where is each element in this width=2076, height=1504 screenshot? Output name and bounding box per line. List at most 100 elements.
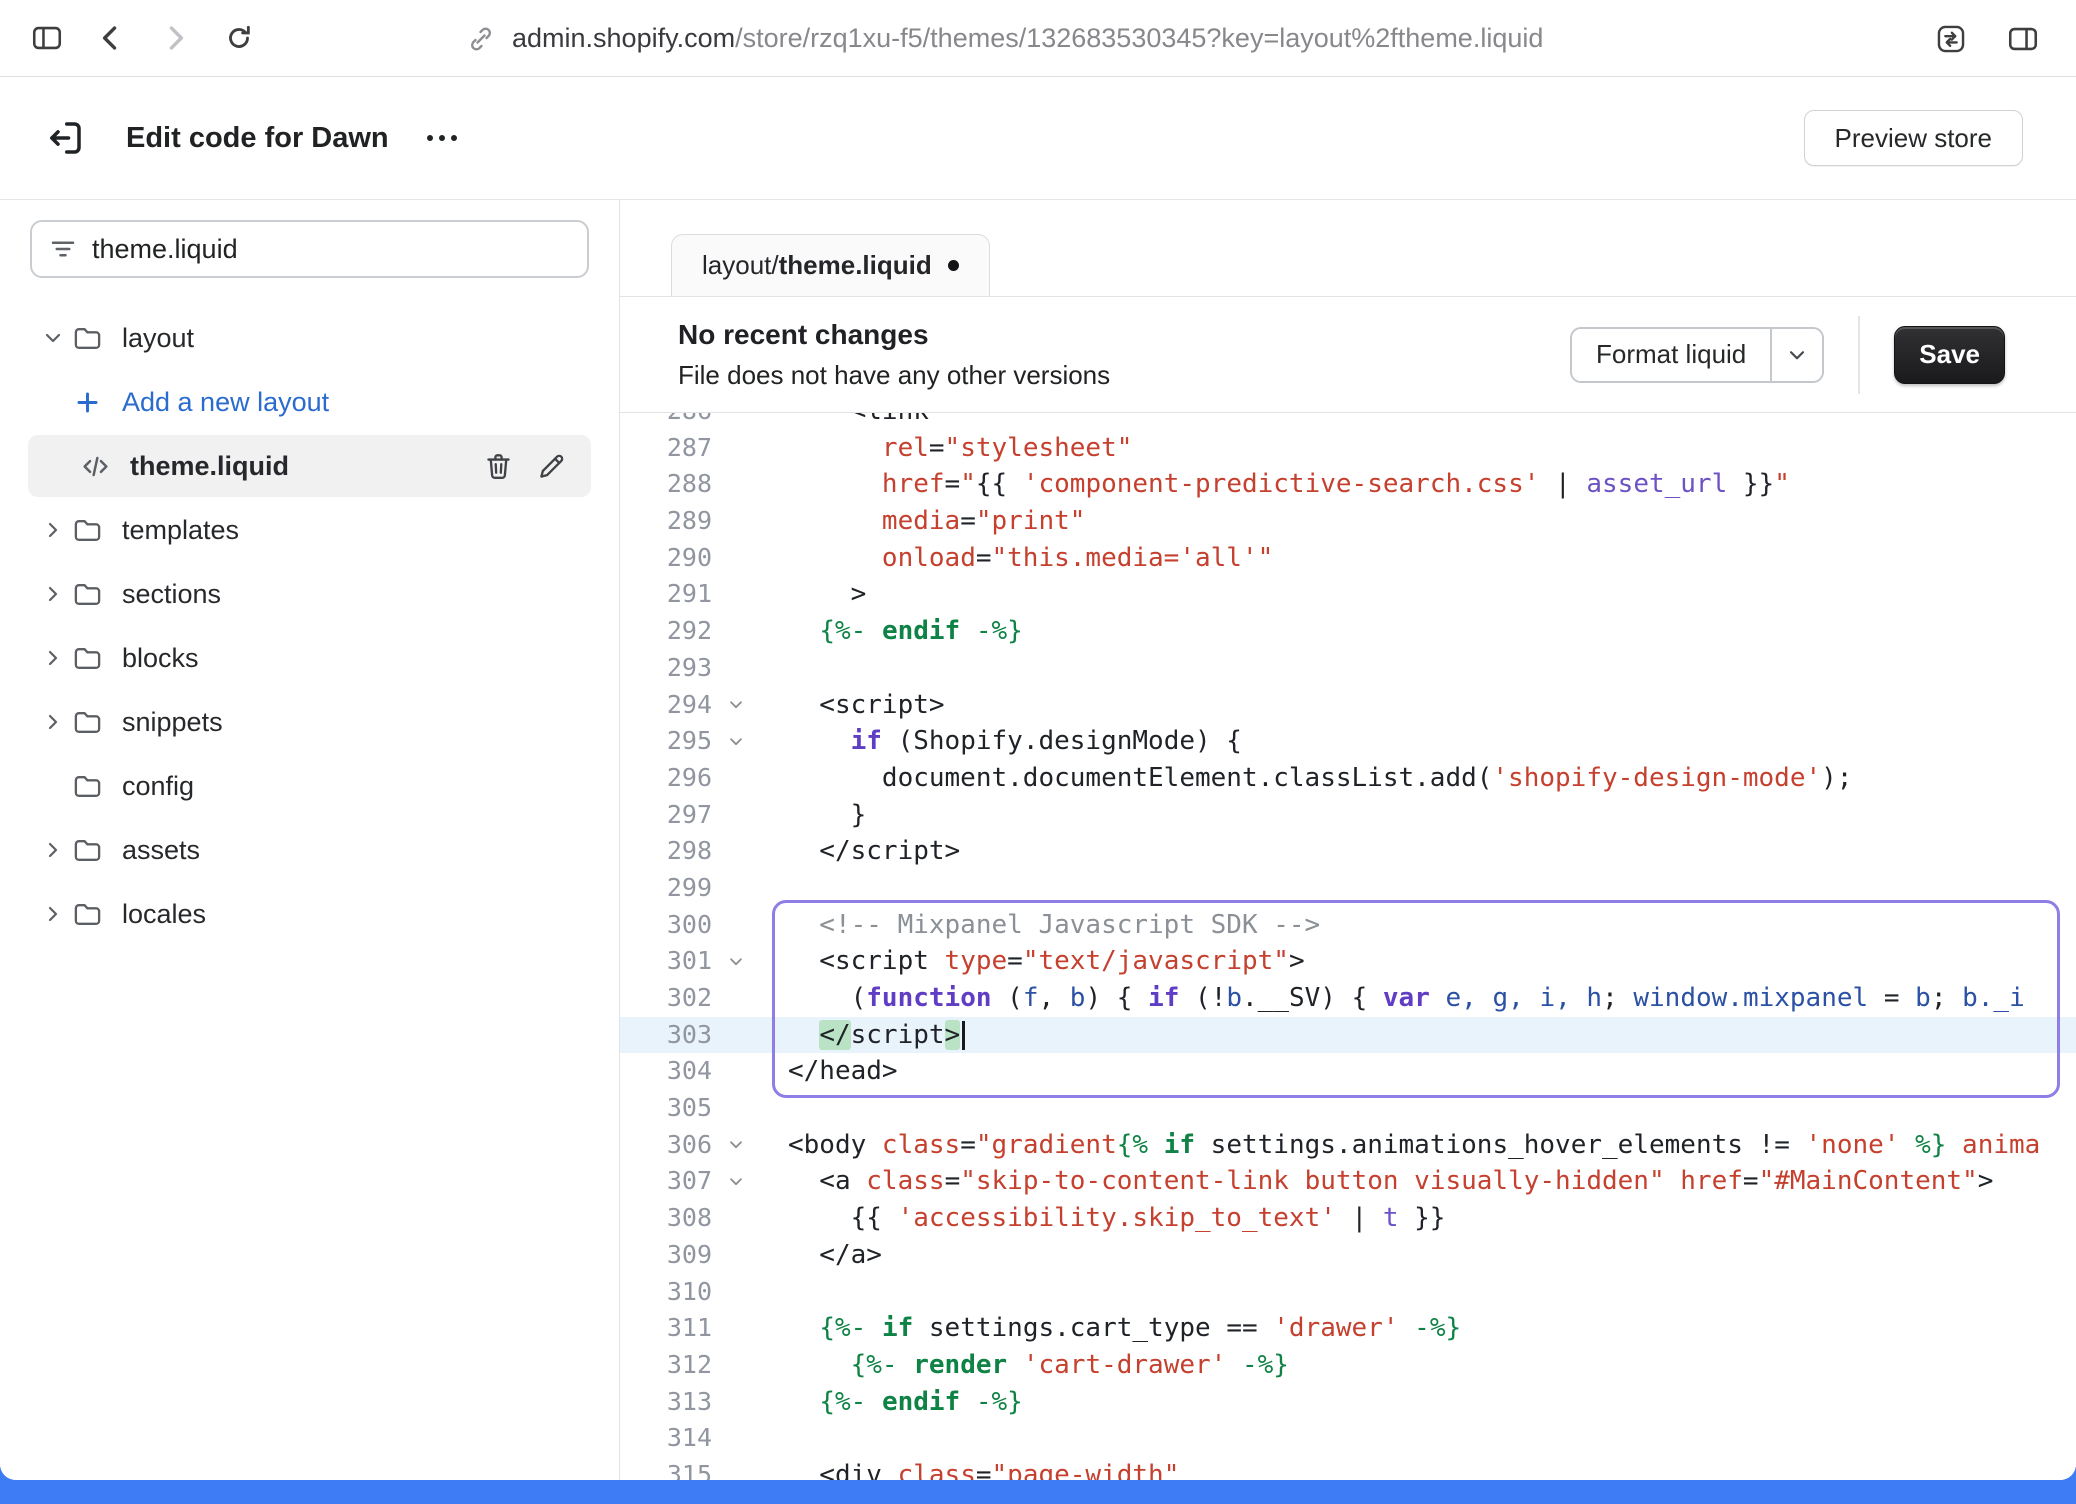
fold-toggle-icon[interactable] bbox=[712, 943, 760, 980]
tab-theme-liquid[interactable]: layout/theme.liquid bbox=[671, 234, 990, 296]
code-line-296[interactable]: 296 document.documentElement.classList.a… bbox=[620, 760, 2076, 797]
tree-item-blocks[interactable]: blocks bbox=[0, 626, 619, 690]
fold-spacer bbox=[712, 760, 760, 797]
code-line-295[interactable]: 295 if (Shopify.designMode) { bbox=[620, 723, 2076, 760]
code-line-314[interactable]: 314 bbox=[620, 1420, 2076, 1457]
folder-icon bbox=[72, 579, 116, 610]
code-text: </a> bbox=[760, 1237, 882, 1274]
code-line-298[interactable]: 298 </script> bbox=[620, 833, 2076, 870]
code-text: <body class="gradient{% if settings.anim… bbox=[760, 1127, 2040, 1164]
code-text: </script> bbox=[760, 1017, 965, 1054]
chevron-down-icon[interactable] bbox=[34, 319, 72, 357]
tree-item-theme-liquid[interactable]: theme.liquid bbox=[28, 435, 591, 497]
tree-item-snippets[interactable]: snippets bbox=[0, 690, 619, 754]
forward-icon[interactable] bbox=[152, 15, 198, 61]
code-line-305[interactable]: 305 bbox=[620, 1090, 2076, 1127]
format-options-chevron-icon[interactable] bbox=[1770, 329, 1822, 381]
url-text: admin.shopify.com/store/rzq1xu-f5/themes… bbox=[512, 23, 1543, 54]
code-line-292[interactable]: 292 {%- endif -%} bbox=[620, 613, 2076, 650]
back-icon[interactable] bbox=[88, 15, 134, 61]
address-bar[interactable]: admin.shopify.com/store/rzq1xu-f5/themes… bbox=[466, 0, 1543, 77]
more-options-icon[interactable] bbox=[417, 125, 467, 151]
sidebar-toggle-icon[interactable] bbox=[24, 15, 70, 61]
code-line-313[interactable]: 313 {%- endif -%} bbox=[620, 1384, 2076, 1421]
split-view-icon[interactable] bbox=[2000, 16, 2046, 62]
link-icon bbox=[466, 24, 496, 54]
code-line-288[interactable]: 288 href="{{ 'component-predictive-searc… bbox=[620, 466, 2076, 503]
code-file-icon bbox=[80, 451, 124, 482]
browser-window: admin.shopify.com/store/rzq1xu-f5/themes… bbox=[0, 0, 2076, 1480]
chevron-right-icon[interactable] bbox=[34, 895, 72, 933]
tree-item-locales[interactable]: locales bbox=[0, 882, 619, 946]
fold-spacer bbox=[712, 870, 760, 907]
fold-spacer bbox=[712, 503, 760, 540]
tree-item-config[interactable]: config bbox=[0, 754, 619, 818]
code-line-294[interactable]: 294 <script> bbox=[620, 687, 2076, 724]
reload-icon[interactable] bbox=[216, 15, 262, 61]
code-line-301[interactable]: 301 <script type="text/javascript"> bbox=[620, 943, 2076, 980]
fold-spacer bbox=[712, 1347, 760, 1384]
fold-toggle-icon[interactable] bbox=[712, 723, 760, 760]
line-number: 310 bbox=[620, 1274, 712, 1311]
tree-item-templates[interactable]: templates bbox=[0, 498, 619, 562]
code-line-312[interactable]: 312 {%- render 'cart-drawer' -%} bbox=[620, 1347, 2076, 1384]
code-line-299[interactable]: 299 bbox=[620, 870, 2076, 907]
fold-spacer bbox=[712, 576, 760, 613]
fold-toggle-icon[interactable] bbox=[712, 1163, 760, 1200]
code-line-303[interactable]: 303 </script> bbox=[620, 1017, 2076, 1054]
code-line-304[interactable]: 304</head> bbox=[620, 1053, 2076, 1090]
code-line-306[interactable]: 306<body class="gradient{% if settings.a… bbox=[620, 1127, 2076, 1164]
fold-toggle-icon[interactable] bbox=[712, 687, 760, 724]
chevron-right-icon[interactable] bbox=[34, 703, 72, 741]
code-line-302[interactable]: 302 (function (f, b) { if (!b.__SV) { va… bbox=[620, 980, 2076, 1017]
chevron-spacer bbox=[34, 383, 72, 421]
code-line-310[interactable]: 310 bbox=[620, 1274, 2076, 1311]
tree-item-assets[interactable]: assets bbox=[0, 818, 619, 882]
code-line-293[interactable]: 293 bbox=[620, 650, 2076, 687]
chevron-right-icon[interactable] bbox=[34, 575, 72, 613]
code-text: if (Shopify.designMode) { bbox=[760, 723, 1242, 760]
line-number: 293 bbox=[620, 650, 712, 687]
code-line-290[interactable]: 290 onload="this.media='all'" bbox=[620, 540, 2076, 577]
page-title: Edit code for Dawn bbox=[126, 122, 389, 155]
code-text: {{ 'accessibility.skip_to_text' | t }} bbox=[760, 1200, 1445, 1237]
fold-toggle-icon[interactable] bbox=[712, 1127, 760, 1164]
file-search-box[interactable] bbox=[30, 220, 589, 278]
trash-button[interactable] bbox=[483, 451, 514, 482]
folder-icon bbox=[72, 643, 116, 674]
url-host: admin.shopify.com bbox=[512, 23, 735, 53]
code-line-300[interactable]: 300 <!-- Mixpanel Javascript SDK --> bbox=[620, 907, 2076, 944]
file-search-input[interactable] bbox=[92, 234, 571, 265]
chevron-right-icon[interactable] bbox=[34, 511, 72, 549]
pencil-button[interactable] bbox=[536, 451, 567, 482]
fold-spacer bbox=[712, 907, 760, 944]
chevron-right-icon[interactable] bbox=[34, 639, 72, 677]
tree-item-label: config bbox=[122, 771, 194, 802]
add-layout-button[interactable]: Add a new layout bbox=[0, 370, 619, 434]
fold-spacer bbox=[712, 1420, 760, 1457]
code-line-307[interactable]: 307 <a class="skip-to-content-link butto… bbox=[620, 1163, 2076, 1200]
code-text: <link bbox=[760, 413, 929, 430]
unsaved-indicator bbox=[948, 260, 959, 271]
format-liquid-button[interactable]: Format liquid bbox=[1572, 329, 1770, 381]
tab-label: layout/theme.liquid bbox=[702, 250, 932, 281]
code-line-308[interactable]: 308 {{ 'accessibility.skip_to_text' | t … bbox=[620, 1200, 2076, 1237]
code-text: } bbox=[760, 797, 866, 834]
code-line-286[interactable]: 286 <link bbox=[620, 413, 2076, 430]
code-viewport[interactable]: 286 <link287 rel="stylesheet"288 href="{… bbox=[620, 413, 2076, 1480]
code-line-315[interactable]: 315 <div class="page-width" bbox=[620, 1457, 2076, 1480]
save-button[interactable]: Save bbox=[1894, 326, 2005, 384]
folder-icon bbox=[72, 515, 116, 546]
code-line-311[interactable]: 311 {%- if settings.cart_type == 'drawer… bbox=[620, 1310, 2076, 1347]
code-line-289[interactable]: 289 media="print" bbox=[620, 503, 2076, 540]
code-line-291[interactable]: 291 > bbox=[620, 576, 2076, 613]
extensions-icon[interactable] bbox=[1928, 16, 1974, 62]
chevron-right-icon[interactable] bbox=[34, 831, 72, 869]
tree-item-sections[interactable]: sections bbox=[0, 562, 619, 626]
exit-icon[interactable] bbox=[44, 117, 86, 159]
code-line-309[interactable]: 309 </a> bbox=[620, 1237, 2076, 1274]
code-line-287[interactable]: 287 rel="stylesheet" bbox=[620, 430, 2076, 467]
tree-item-layout[interactable]: layout bbox=[0, 306, 619, 370]
code-line-297[interactable]: 297 } bbox=[620, 797, 2076, 834]
preview-store-button[interactable]: Preview store bbox=[1804, 110, 2024, 166]
